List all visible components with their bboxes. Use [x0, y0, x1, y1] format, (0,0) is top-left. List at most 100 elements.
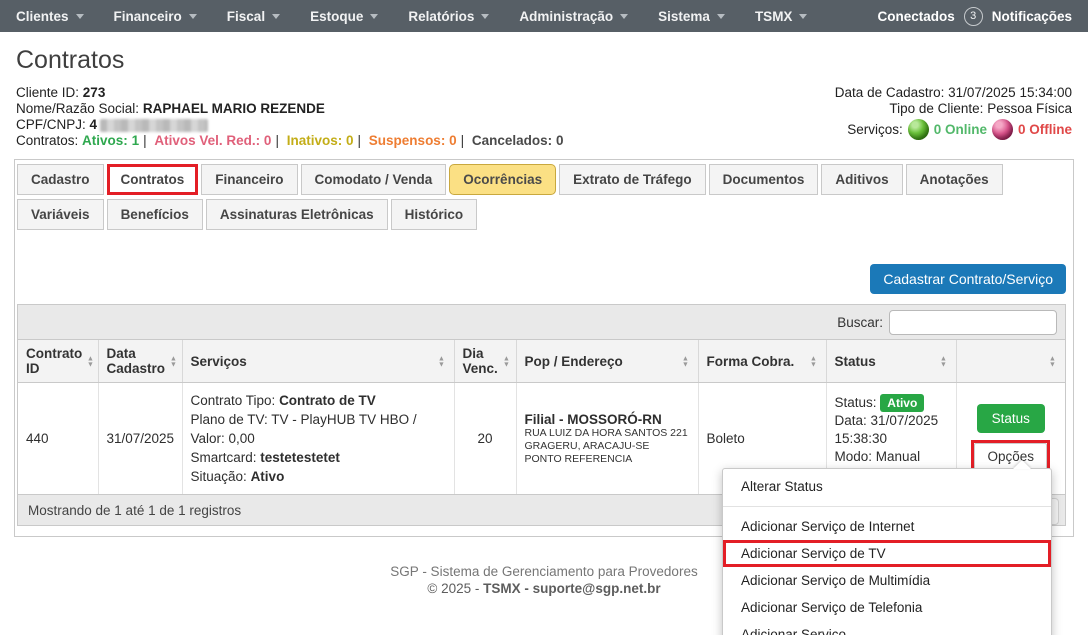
- counter-ativos: Ativos: 1: [82, 133, 139, 148]
- tab-beneficios[interactable]: Benefícios: [107, 199, 203, 230]
- client-type-value: Pessoa Física: [987, 101, 1072, 116]
- tab-documentos[interactable]: Documentos: [709, 164, 819, 195]
- footer-brand: TSMX - suporte@sgp.net.br: [483, 581, 660, 596]
- tab-extrato-de-trafego[interactable]: Extrato de Tráfego: [559, 164, 706, 195]
- menu-item-alterar-status[interactable]: Alterar Status: [723, 473, 1051, 500]
- sort-icon[interactable]: [681, 355, 690, 367]
- offline-count: 0 Offline: [1018, 122, 1072, 138]
- sort-icon[interactable]: [169, 355, 178, 367]
- menu-item-adicionar-telefonia[interactable]: Adicionar Serviço de Telefonia: [723, 594, 1051, 621]
- chevron-down-icon: [620, 14, 628, 19]
- client-doc-label: CPF/CNPJ:: [16, 117, 86, 132]
- top-navbar: Clientes Financeiro Fiscal Estoque Relat…: [0, 0, 1088, 32]
- tab-ocorrencias[interactable]: Ocorrências: [449, 164, 556, 195]
- connected-link[interactable]: Conectados: [877, 9, 954, 24]
- client-name-value: RAPHAEL MARIO REZENDE: [143, 101, 325, 116]
- nav-fiscal[interactable]: Fiscal: [227, 9, 280, 24]
- nav-label: Financeiro: [114, 9, 182, 24]
- nav-tsmx[interactable]: TSMX: [755, 9, 808, 24]
- sort-icon[interactable]: [437, 355, 446, 367]
- tab-bar: Cadastro Contratos Financeiro Comodato /…: [16, 164, 1072, 234]
- chevron-down-icon: [76, 14, 84, 19]
- menu-item-adicionar-multimidia[interactable]: Adicionar Serviço de Multimídia: [723, 567, 1051, 594]
- col-pop-endereco[interactable]: Pop / Endereço: [516, 340, 698, 383]
- status-button[interactable]: Status: [977, 404, 1045, 433]
- col-actions[interactable]: [956, 340, 1065, 383]
- client-doc-value: 4: [90, 117, 98, 132]
- nav-sistema[interactable]: Sistema: [658, 9, 725, 24]
- cell-services: Contrato Tipo: Contrato de TV Plano de T…: [182, 383, 454, 495]
- client-type-label: Tipo de Cliente:: [889, 101, 983, 116]
- chevron-down-icon: [272, 14, 280, 19]
- chevron-down-icon: [799, 14, 807, 19]
- chevron-down-icon: [717, 14, 725, 19]
- col-servicos[interactable]: Serviços: [182, 340, 454, 383]
- registered-value: 31/07/2025 15:34:00: [948, 85, 1072, 100]
- nav-label: Fiscal: [227, 9, 265, 24]
- counter-suspensos: Suspensos: 0: [369, 133, 457, 148]
- contracts-label: Contratos:: [16, 133, 78, 148]
- table-toolbar: Buscar:: [18, 305, 1065, 340]
- counter-cancelados: Cancelados: 0: [472, 133, 564, 148]
- tab-contratos[interactable]: Contratos: [107, 164, 199, 195]
- menu-item-adicionar-internet[interactable]: Adicionar Serviço de Internet: [723, 513, 1051, 540]
- nav-label: Estoque: [310, 9, 363, 24]
- tab-aditivos[interactable]: Aditivos: [821, 164, 902, 195]
- nav-label: Sistema: [658, 9, 710, 24]
- separator: |: [143, 133, 147, 148]
- options-button[interactable]: Opções: [974, 443, 1047, 470]
- search-label: Buscar:: [837, 315, 883, 330]
- nav-financeiro[interactable]: Financeiro: [114, 9, 197, 24]
- chevron-down-icon: [481, 14, 489, 19]
- nav-label: Relatórios: [408, 9, 474, 24]
- menu-item-adicionar-tv[interactable]: Adicionar Serviço de TV: [723, 540, 1051, 567]
- tab-financeiro[interactable]: Financeiro: [201, 164, 297, 195]
- col-contrato-id[interactable]: Contrato ID: [18, 340, 98, 383]
- online-count: 0 Online: [934, 122, 987, 138]
- client-name-label: Nome/Razão Social:: [16, 101, 139, 116]
- client-id-label: Cliente ID:: [16, 85, 79, 100]
- col-forma-cobra[interactable]: Forma Cobra.: [698, 340, 826, 383]
- sort-icon[interactable]: [86, 355, 95, 367]
- client-id-value: 273: [83, 85, 106, 100]
- counter-inativos: Inativos: 0: [287, 133, 354, 148]
- separator: |: [358, 133, 362, 148]
- separator: |: [275, 133, 279, 148]
- search-input[interactable]: [889, 310, 1057, 335]
- online-orb-icon: [908, 119, 929, 140]
- page-title: Contratos: [16, 46, 1072, 75]
- sort-icon[interactable]: [809, 355, 818, 367]
- tab-variaveis[interactable]: Variáveis: [17, 199, 104, 230]
- nav-administracao[interactable]: Administração: [519, 9, 628, 24]
- chevron-down-icon: [189, 14, 197, 19]
- options-dropdown-menu: Alterar Status Adicionar Serviço de Inte…: [722, 468, 1052, 635]
- sort-icon[interactable]: [939, 355, 948, 367]
- cell-contract-id: 440: [18, 383, 98, 495]
- menu-item-adicionar-servico[interactable]: Adicionar Serviço: [723, 621, 1051, 635]
- register-contract-button[interactable]: Cadastrar Contrato/Serviço: [870, 264, 1066, 294]
- cell-date: 31/07/2025: [98, 383, 182, 495]
- table-header-row: Contrato ID Data Cadastro Serviços Dia V…: [18, 340, 1065, 383]
- sort-icon[interactable]: [502, 355, 511, 367]
- chevron-down-icon: [370, 14, 378, 19]
- col-data-cadastro[interactable]: Data Cadastro: [98, 340, 182, 383]
- cell-due-day: 20: [454, 383, 516, 495]
- tab-comodato-venda[interactable]: Comodato / Venda: [301, 164, 447, 195]
- connected-count-badge[interactable]: 3: [964, 7, 983, 26]
- tab-anotacoes[interactable]: Anotações: [906, 164, 1003, 195]
- notifications-link[interactable]: Notificações: [992, 9, 1072, 24]
- col-status[interactable]: Status: [826, 340, 956, 383]
- nav-relatorios[interactable]: Relatórios: [408, 9, 489, 24]
- nav-clientes[interactable]: Clientes: [16, 9, 84, 24]
- footer-copyright: © 2025 -: [427, 581, 479, 596]
- tab-cadastro[interactable]: Cadastro: [17, 164, 104, 195]
- tab-assinaturas-eletronicas[interactable]: Assinaturas Eletrônicas: [206, 199, 388, 230]
- nav-estoque[interactable]: Estoque: [310, 9, 378, 24]
- separator: |: [461, 133, 465, 148]
- redacted-document: [100, 119, 208, 132]
- registered-label: Data de Cadastro:: [835, 85, 945, 100]
- sort-icon[interactable]: [1048, 355, 1057, 367]
- menu-divider: [723, 506, 1051, 507]
- tab-historico[interactable]: Histórico: [391, 199, 478, 230]
- col-dia-venc[interactable]: Dia Venc.: [454, 340, 516, 383]
